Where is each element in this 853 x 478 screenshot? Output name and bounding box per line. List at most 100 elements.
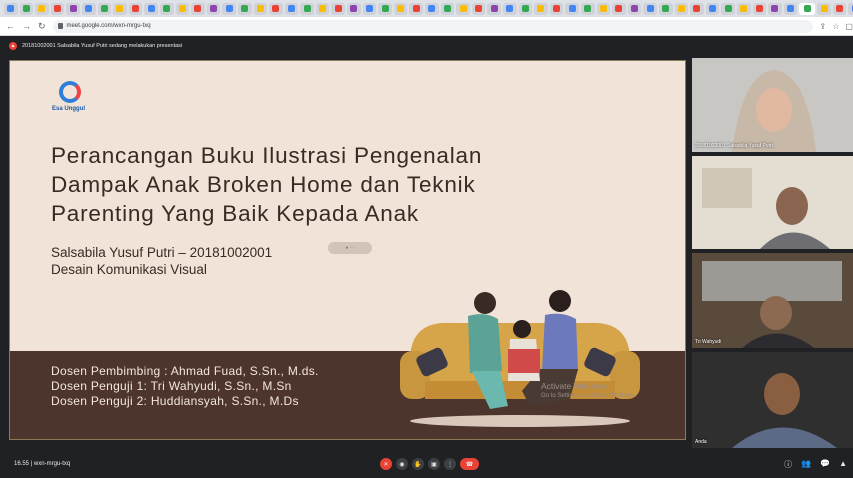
chat-icon[interactable]: 💬 (820, 459, 830, 470)
browser-tab[interactable] (97, 2, 112, 15)
browser-tab[interactable] (768, 2, 782, 15)
tab-favicon-icon (319, 5, 327, 12)
browser-tab[interactable] (393, 2, 408, 15)
browser-tab[interactable] (627, 2, 642, 15)
browser-tab[interactable] (752, 2, 767, 15)
activate-windows-watermark: Activate Windows Go to Settings to activ… (541, 381, 636, 401)
slide-supervisors: Dosen Pembimbing : Ahmad Fuad, S.Sn., M.… (51, 364, 319, 409)
slide-author: Salsabila Yusuf Putri – 20181002001 (51, 245, 273, 260)
browser-tab[interactable] (191, 2, 205, 15)
browser-tab[interactable] (456, 2, 470, 15)
browser-tab[interactable] (534, 2, 548, 15)
browser-tab[interactable] (50, 2, 65, 15)
browser-tab[interactable] (643, 2, 657, 15)
browser-tab[interactable] (549, 2, 564, 15)
back-icon[interactable]: ← (6, 21, 15, 31)
browser-tab[interactable] (269, 2, 283, 15)
participant-tile[interactable] (692, 156, 853, 249)
browser-tab[interactable] (331, 2, 346, 15)
reload-icon[interactable]: ↻ (38, 21, 46, 32)
extensions-icon[interactable]: ▢ (845, 22, 853, 31)
browser-tab[interactable] (4, 2, 18, 15)
participant-tile[interactable]: Tri Wahyudi (692, 253, 853, 348)
tab-favicon-icon (521, 5, 529, 12)
slide-author-block: Salsabila Yusuf Putri – 20181002001 Desa… (51, 244, 272, 278)
browser-tab[interactable] (19, 2, 34, 15)
browser-tab[interactable] (362, 2, 377, 15)
browser-tab[interactable] (315, 2, 330, 15)
slide-navigation-pill[interactable]: ● ◦ ◦ (328, 242, 372, 254)
tab-favicon-icon (443, 5, 451, 12)
browser-tab[interactable] (159, 2, 174, 15)
browser-tab[interactable] (580, 2, 595, 15)
present-screen-icon[interactable]: ▣ (428, 458, 440, 470)
browser-tab[interactable] (175, 2, 190, 15)
phone-hangup-icon[interactable]: ☎ (460, 458, 479, 470)
browser-tab[interactable] (690, 2, 704, 15)
tab-favicon-icon (116, 5, 124, 12)
info-icon[interactable]: ⓘ (784, 459, 792, 470)
url-input[interactable]: meet.google.com/wxn-mrgu-txq (52, 19, 813, 33)
browser-tab[interactable] (817, 2, 831, 15)
browser-tab[interactable] (35, 2, 49, 15)
browser-tab[interactable] (81, 2, 96, 15)
activities-icon[interactable]: ▲ (839, 459, 847, 470)
browser-tab[interactable] (409, 2, 424, 15)
browser-tab[interactable] (237, 2, 252, 15)
browser-tab[interactable] (799, 2, 816, 15)
tab-favicon-icon (194, 5, 202, 12)
browser-tab[interactable] (471, 2, 486, 15)
browser-tab[interactable] (848, 2, 853, 15)
browser-tab[interactable] (440, 2, 455, 15)
participant-name: Tri Wahyudi (695, 339, 722, 345)
bookmark-star-icon[interactable]: ☆ (832, 22, 839, 31)
browser-tab[interactable] (783, 2, 798, 15)
browser-tab[interactable] (113, 2, 127, 15)
tab-favicon-icon (803, 5, 811, 12)
browser-tab[interactable] (736, 2, 751, 15)
tab-favicon-icon (724, 5, 732, 12)
tab-favicon-icon (693, 5, 701, 12)
browser-tab[interactable] (253, 2, 268, 15)
browser-tab[interactable] (347, 2, 361, 15)
browser-tab[interactable] (658, 2, 673, 15)
slide-nav-dots: ● ◦ ◦ (345, 245, 355, 251)
browser-tab[interactable] (66, 2, 80, 15)
more-options-icon[interactable]: ⋮ (444, 458, 456, 470)
browser-tab[interactable] (206, 2, 221, 15)
tab-favicon-icon (709, 5, 717, 12)
browser-tab[interactable] (284, 2, 299, 15)
forward-icon[interactable]: → (22, 21, 31, 31)
browser-tab[interactable] (503, 2, 517, 15)
raise-hand-icon[interactable]: ✋ (412, 458, 424, 470)
browser-tab[interactable] (721, 2, 735, 15)
browser-address-bar: ← → ↻ meet.google.com/wxn-mrgu-txq ⇪ ☆ ▢… (0, 17, 853, 36)
tab-favicon-icon (225, 5, 233, 12)
side-controls: ⓘ 👥 💬 ▲ (784, 459, 847, 470)
browser-tab[interactable] (565, 2, 579, 15)
presenting-icon: ▲ (9, 42, 17, 50)
tab-favicon-icon (677, 5, 685, 12)
browser-tab[interactable] (300, 2, 314, 15)
browser-tab[interactable] (425, 2, 439, 15)
people-icon[interactable]: 👥 (801, 459, 811, 470)
browser-tab[interactable] (518, 2, 533, 15)
participant-tile[interactable]: 20181002001 Salsabila Yusuf Putri (692, 58, 853, 152)
share-icon[interactable]: ⇪ (820, 22, 827, 31)
browser-tab[interactable] (128, 2, 143, 15)
browser-tab[interactable] (832, 2, 847, 15)
browser-tab[interactable] (596, 2, 611, 15)
browser-tab[interactable] (144, 2, 158, 15)
participant-tile[interactable]: Anda (692, 352, 853, 448)
browser-tab[interactable] (612, 2, 626, 15)
browser-tab[interactable] (378, 2, 392, 15)
browser-tab[interactable] (674, 2, 689, 15)
browser-tab[interactable] (487, 2, 501, 15)
tab-favicon-icon (740, 5, 748, 12)
mic-off-icon[interactable]: ✕ (380, 458, 392, 470)
browser-tab[interactable] (222, 2, 236, 15)
slide-program: Desain Komunikasi Visual (51, 262, 207, 277)
browser-tab[interactable] (705, 2, 720, 15)
camera-icon[interactable]: ◉ (396, 458, 408, 470)
logo-mark (59, 81, 81, 103)
